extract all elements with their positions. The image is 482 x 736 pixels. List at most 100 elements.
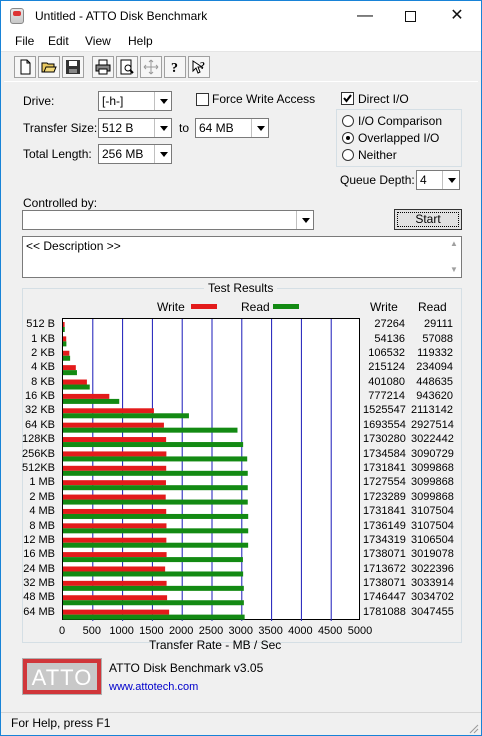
chevron-down-icon[interactable] [442,171,459,189]
write-bar [63,566,166,572]
queue-depth-value: 4 [420,173,427,187]
read-bar [63,370,77,376]
transfer-size-from-select[interactable]: 512 B [98,118,172,138]
write-bar [63,552,167,558]
write-legend-label: Write [157,300,185,314]
write-bar [63,379,87,385]
io-comparison-label[interactable]: I/O Comparison [358,114,442,128]
write-value: 27264 [374,318,405,331]
menu-edit[interactable]: Edit [48,34,69,48]
overlapped-io-label[interactable]: Overlapped I/O [358,131,439,145]
write-bar [63,437,167,443]
read-bar [63,542,249,548]
read-bar [63,600,244,606]
total-length-select[interactable]: 256 MB [98,144,172,164]
app-icon[interactable] [10,8,24,24]
menu-view[interactable]: View [85,34,111,48]
read-bar [63,528,249,534]
product-version: ATTO Disk Benchmark v3.05 [109,661,264,675]
read-value: 234094 [416,361,453,374]
resize-grip-icon[interactable] [467,722,479,734]
write-bar [63,365,76,371]
print-preview-icon[interactable] [116,56,138,78]
y-axis-label: 32 MB [23,577,55,590]
y-axis-label: 12 MB [23,533,55,546]
controlled-by-label: Controlled by: [23,196,98,210]
read-bar [63,585,244,591]
menu-file[interactable]: File [15,34,34,48]
read-bar [63,485,248,491]
scroll-down-icon[interactable]: ▼ [449,265,459,275]
force-write-label[interactable]: Force Write Access [212,92,315,106]
write-value: 1693554 [363,418,406,431]
write-value: 1731841 [363,462,406,474]
read-value: 943620 [416,390,453,403]
write-value: 1727554 [363,476,406,489]
io-comparison-radio[interactable] [342,115,354,127]
chevron-down-icon[interactable] [154,92,171,110]
read-bar [63,427,238,433]
context-help-icon[interactable]: ? [188,56,210,78]
description-textarea[interactable]: << Description >> ▲ ▼ [22,236,462,278]
open-folder-icon[interactable] [38,56,60,78]
read-bar [63,413,189,419]
y-axis-label: 2 MB [29,490,55,503]
write-value: 1738071 [363,548,406,561]
write-value: 777214 [368,390,405,403]
direct-io-checkbox[interactable] [341,92,354,105]
write-value: 1746447 [363,591,406,604]
maximize-button[interactable] [388,1,434,31]
queue-depth-select[interactable]: 4 [416,170,460,190]
chart-plot-area [62,318,360,621]
overlapped-io-radio[interactable] [342,132,354,144]
y-axis-label: 4 MB [29,505,55,518]
read-value: 57088 [422,332,453,345]
chevron-down-icon[interactable] [296,211,313,229]
y-axis-label: 8 KB [31,375,55,388]
write-bar [63,494,166,500]
atto-website-link[interactable]: www.attotech.com [109,681,198,693]
close-button[interactable]: ✕ [434,1,480,31]
read-value: 3047455 [411,605,454,618]
chevron-down-icon[interactable] [154,119,171,137]
title-bar[interactable]: Untitled - ATTO Disk Benchmark — ✕ [1,1,481,31]
write-value: 1713672 [363,562,406,575]
write-bar [63,322,65,327]
write-bar [63,537,167,543]
help-icon[interactable]: ? [164,56,186,78]
window-title: Untitled - ATTO Disk Benchmark [35,9,208,23]
drive-select[interactable]: [-h-] [98,91,172,111]
read-bar [63,355,71,361]
drive-value: [-h-] [102,94,124,108]
print-icon[interactable] [92,56,114,78]
write-bar [63,393,110,399]
read-legend-label: Read [241,300,270,314]
scroll-up-icon[interactable]: ▲ [449,239,459,249]
checkmark-icon [343,94,352,103]
neither-radio[interactable] [342,149,354,161]
write-value: 1738071 [363,577,406,590]
force-write-checkbox[interactable] [196,93,209,106]
minimize-button[interactable]: — [342,1,388,31]
transfer-size-label: Transfer Size: [23,121,98,135]
read-bar [63,384,90,390]
controlled-by-select[interactable] [22,210,314,230]
write-bar [63,580,167,586]
toolbar-divider [4,81,478,82]
start-button[interactable]: Start [394,209,462,230]
transfer-size-to-select[interactable]: 64 MB [195,118,269,138]
toolbar: ? ? [1,52,481,81]
write-bar [63,465,167,471]
write-value: 1730280 [363,433,406,446]
new-document-icon[interactable] [14,56,36,78]
write-column-header: Write [370,300,398,314]
neither-label[interactable]: Neither [358,148,397,162]
direct-io-label[interactable]: Direct I/O [358,92,409,106]
save-icon[interactable] [62,56,84,78]
move-icon[interactable] [140,56,162,78]
write-bar [63,408,154,414]
chevron-down-icon[interactable] [154,145,171,163]
svg-text:?: ? [171,61,178,75]
menu-help[interactable]: Help [128,34,153,48]
chevron-down-icon[interactable] [251,119,268,137]
